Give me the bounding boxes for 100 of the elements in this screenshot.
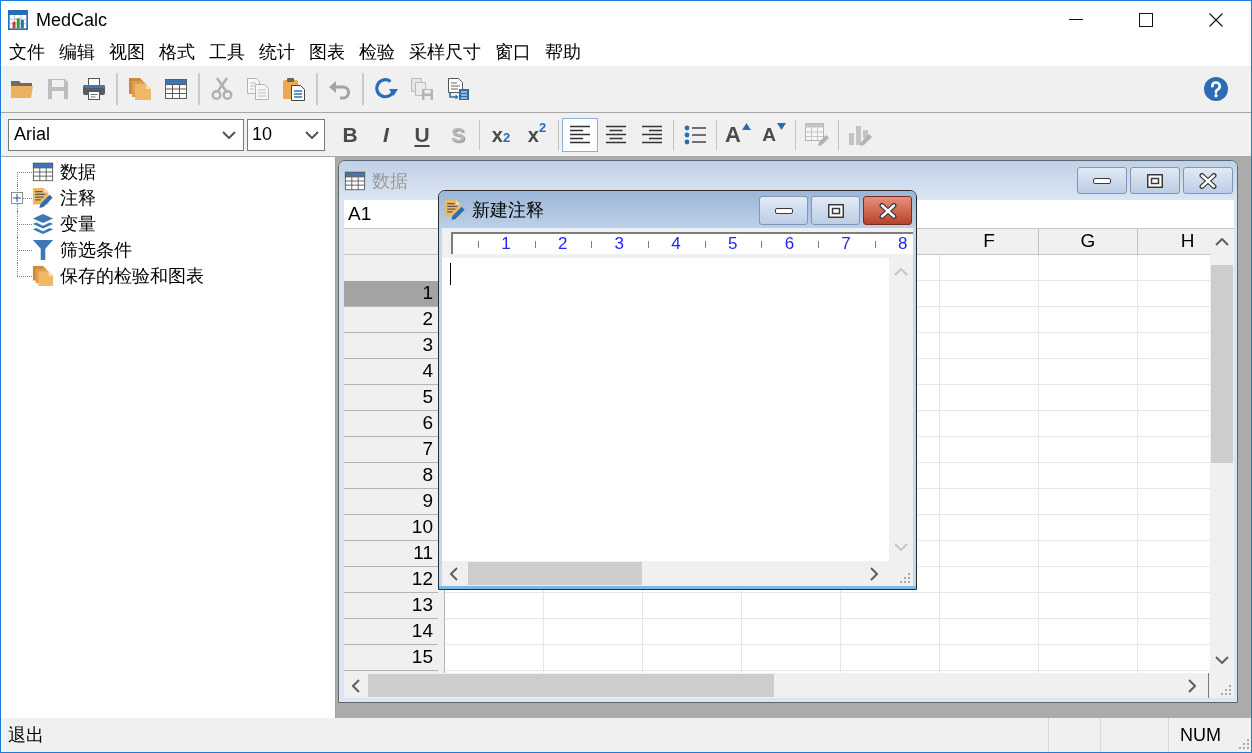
chevron-right-icon — [870, 566, 878, 581]
layers-icon — [32, 213, 54, 235]
align-left-button[interactable] — [562, 117, 598, 152]
align-left-icon — [569, 125, 591, 144]
maximize-icon — [1139, 12, 1153, 27]
resize-grip-icon — [1239, 739, 1249, 749]
tree-item[interactable]: 筛选条件 — [32, 238, 132, 262]
italic-button[interactable]: I — [368, 117, 404, 152]
scrollbar-thumb[interactable] — [1211, 265, 1233, 463]
ruler-number: 7 — [841, 234, 851, 254]
triangle-up-icon — [741, 122, 751, 130]
close-icon — [1199, 172, 1217, 189]
table-icon — [344, 169, 366, 192]
ruler-number: 3 — [614, 234, 625, 254]
vertical-scrollbar[interactable] — [1210, 229, 1234, 673]
underline-button[interactable]: U — [404, 117, 440, 152]
minimize-icon — [1069, 19, 1083, 20]
chevron-down-icon — [222, 130, 236, 139]
status-text: 退出 — [7, 724, 44, 747]
printer-icon — [82, 77, 106, 101]
status-indicator: NUM — [1180, 724, 1221, 747]
shrink-font-button[interactable]: A — [756, 117, 792, 152]
maximize-icon — [827, 203, 844, 218]
font-select[interactable]: Arial — [8, 118, 244, 151]
horizontal-scrollbar[interactable] — [344, 673, 1209, 698]
minimize-button[interactable] — [1077, 167, 1127, 194]
funnel-icon — [32, 239, 54, 261]
minimize-icon — [1093, 177, 1111, 184]
resize-grip-icon — [1221, 685, 1231, 695]
notepad-pencil-icon — [444, 198, 466, 221]
chevron-up-icon — [1215, 238, 1229, 246]
chevron-down-icon — [305, 130, 319, 139]
tree-item[interactable]: 数据 — [32, 160, 96, 184]
chevron-right-icon — [1188, 678, 1196, 693]
ruler-number: 8 — [898, 234, 908, 254]
chevron-down-icon — [1215, 656, 1229, 664]
plus-icon — [13, 194, 21, 202]
bold-button[interactable]: B — [332, 117, 368, 152]
tree-item[interactable]: 变量 — [32, 212, 96, 236]
minimize-icon — [774, 207, 793, 214]
ruler-number: 1 — [501, 234, 511, 254]
menu-item[interactable]: 文件 — [2, 39, 52, 65]
window-title: MedCalc — [36, 8, 108, 31]
expand-toggle[interactable] — [11, 192, 23, 204]
scrollbar-thumb[interactable] — [468, 562, 642, 585]
minimize-button[interactable] — [759, 196, 808, 225]
cell-reference: A1 — [348, 202, 372, 226]
menu-item[interactable]: 图表 — [302, 39, 352, 65]
table-icon — [164, 77, 188, 101]
font-size-select[interactable]: 10 — [247, 118, 325, 151]
align-center-icon — [605, 125, 627, 144]
maximize-button[interactable] — [811, 196, 860, 225]
menu-item[interactable]: 采样尺寸 — [402, 39, 488, 65]
ruler-number: 6 — [784, 234, 795, 254]
close-button[interactable] — [863, 196, 912, 225]
ruler-number: 2 — [557, 234, 568, 254]
close-icon — [878, 202, 897, 219]
pages-floppy-icon — [410, 77, 434, 101]
maximize-button[interactable] — [1130, 167, 1180, 194]
table-bar-chart-icon — [8, 9, 28, 30]
help-icon — [1204, 77, 1228, 101]
table-pencil-icon — [805, 122, 829, 147]
pages-icon — [128, 77, 152, 101]
menu-item[interactable]: 统计 — [252, 39, 302, 65]
window-title: 数据 — [372, 169, 408, 193]
text-cursor-icon — [450, 263, 451, 285]
close-button[interactable] — [1183, 167, 1233, 194]
ruler-number: 4 — [671, 234, 681, 254]
triangle-down-icon — [776, 122, 786, 130]
menu-item[interactable]: 格式 — [152, 39, 202, 65]
copy-icon — [246, 77, 270, 101]
window-title: 新建注释 — [472, 198, 544, 222]
menu-item[interactable]: 编辑 — [52, 39, 102, 65]
pages-icon — [32, 265, 54, 287]
chevron-left-icon — [352, 678, 360, 693]
chevron-up-icon — [894, 268, 908, 276]
grow-font-button[interactable]: A — [720, 117, 756, 152]
close-icon — [1209, 12, 1223, 27]
superscript-button[interactable]: x$^{2}$ — [519, 117, 555, 152]
menu-item[interactable]: 窗口 — [488, 39, 538, 65]
maximize-icon — [1147, 173, 1163, 188]
notepad-pencil-icon — [32, 187, 54, 209]
ruler-number: 5 — [727, 234, 738, 254]
table-icon — [32, 161, 54, 183]
tree-item[interactable]: 保存的检验和图表 — [32, 264, 204, 288]
tree-item[interactable]: 注释 — [32, 186, 96, 210]
menu-item[interactable]: 检验 — [352, 39, 402, 65]
bullet-list-icon — [684, 124, 706, 145]
clipboard-icon — [282, 77, 306, 101]
resize-grip-icon — [900, 573, 910, 583]
menu-item[interactable]: 工具 — [202, 39, 252, 65]
scrollbar-thumb[interactable] — [368, 674, 774, 697]
chevron-left-icon — [450, 566, 458, 581]
chevron-down-icon — [894, 543, 908, 551]
menu-item[interactable]: 视图 — [102, 39, 152, 65]
align-right-icon — [641, 125, 663, 144]
menu-item[interactable]: 帮助 — [538, 39, 588, 65]
row-header[interactable]: 1 — [344, 281, 438, 307]
document-export-icon — [446, 77, 470, 101]
scissors-icon — [210, 77, 234, 101]
